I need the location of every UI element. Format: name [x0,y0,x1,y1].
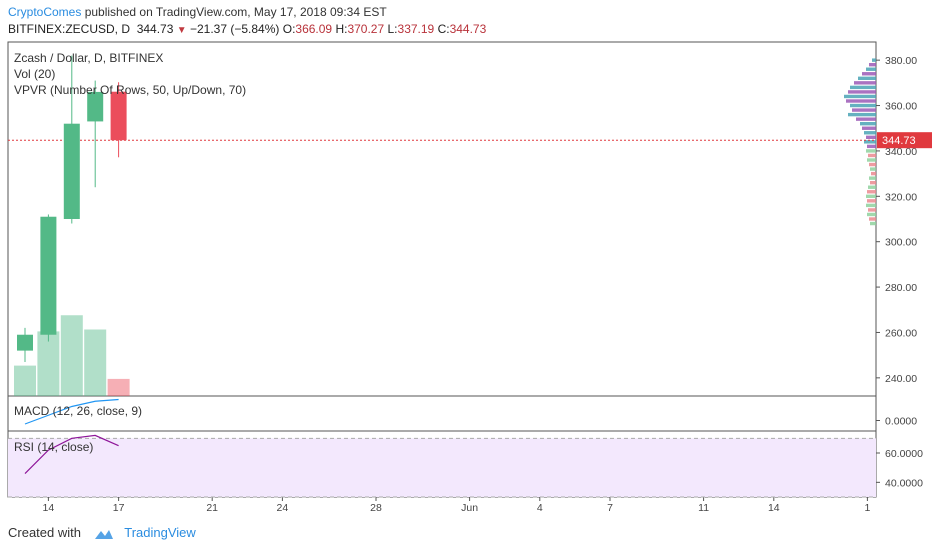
vpvr-bar [869,217,876,221]
date-tick-label: 1 [864,502,870,514]
volume-legend: Vol (20) [14,67,56,81]
candle-body [40,216,57,335]
candle-body [63,123,80,219]
tradingview-logo-icon [94,529,113,539]
vpvr-bar [862,72,876,76]
price-tick-label: 360.00 [885,101,917,113]
rsi-band [8,438,876,497]
vpvr-bar [868,185,876,189]
vpvr-bar [869,62,876,67]
volume-bar [84,329,107,396]
vpvr-bar [846,99,876,103]
price-tick-label: 280.00 [885,282,917,294]
vpvr-bar [850,103,876,108]
vpvr-bar [872,58,876,62]
plot-frame [7,41,877,498]
candle-body [17,334,33,351]
vpvr-bar [870,221,876,226]
date-tick-label: Jun [461,502,478,514]
vpvr-bar [854,81,876,85]
vpvr-bar [866,149,876,153]
vpvr-bar [866,135,876,140]
date-tick-label: 7 [607,502,613,514]
candle-body [110,91,127,141]
vpvr-bar [862,126,876,130]
price-tick-label: 320.00 [885,191,917,203]
rsi-legend: RSI (14, close) [14,440,94,454]
vpvr-bar [866,203,876,208]
vpvr-bar [868,208,876,212]
tradingview-brand[interactable]: TradingView [124,525,196,540]
vpvr-bar [866,67,876,71]
vpvr-bar [866,194,876,199]
price-tick-label: 380.00 [885,55,917,67]
vpvr-bar [871,171,876,176]
date-tick-label: 21 [206,502,218,514]
price-tick-label: 240.00 [885,373,917,385]
vpvr-bar [869,176,876,180]
vpvr-bar [858,76,876,81]
date-tick-label: 14 [43,502,55,514]
date-tick-label: 24 [277,502,289,514]
vpvr-bar [868,153,876,158]
rsi-tick-label: 60.0000 [885,448,923,460]
vpvr-bar [867,212,876,217]
vpvr-bar [867,190,876,194]
vpvr-legend: VPVR (Number Of Rows, 50, Up/Down, 70) [14,83,247,97]
vpvr-bar [848,90,876,94]
volume-bar [60,315,83,396]
vpvr-bar [867,199,876,203]
volume-bar [14,365,36,396]
vpvr-bar [852,108,876,112]
vpvr-bar [870,167,876,171]
date-tick-label: 28 [370,502,382,514]
vpvr-bar [867,144,876,149]
last-price-label: 344.73 [882,135,916,147]
chart-title: Zcash / Dollar, D, BITFINEX [14,51,164,65]
date-tick-label: 11 [698,502,709,514]
vpvr-bar [856,117,876,121]
macd-tick-label: 0.0000 [885,416,917,428]
vpvr-bar [860,121,876,126]
date-tick-label: 4 [537,502,543,514]
vpvr-bar [870,180,876,185]
price-tick-label: 260.00 [885,327,917,339]
vpvr-bar [867,158,876,162]
date-tick-label: 14 [768,502,780,514]
macd-legend: MACD (12, 26, close, 9) [14,404,143,418]
vpvr-bar [848,112,876,117]
volume-bar [107,378,130,396]
vpvr-bar [850,85,876,90]
vpvr-bar [844,94,876,99]
created-with-text: Created with [8,525,81,540]
chart-area[interactable]: 380.00360.00340.00320.00300.00280.00260.… [0,0,932,520]
rsi-tick-label: 40.0000 [885,477,923,489]
date-tick-label: 17 [113,502,125,514]
price-tick-label: 300.00 [885,237,917,249]
vpvr-bar [869,162,876,167]
vpvr-bar [864,131,876,135]
footer: Created with TradingView [8,525,196,541]
